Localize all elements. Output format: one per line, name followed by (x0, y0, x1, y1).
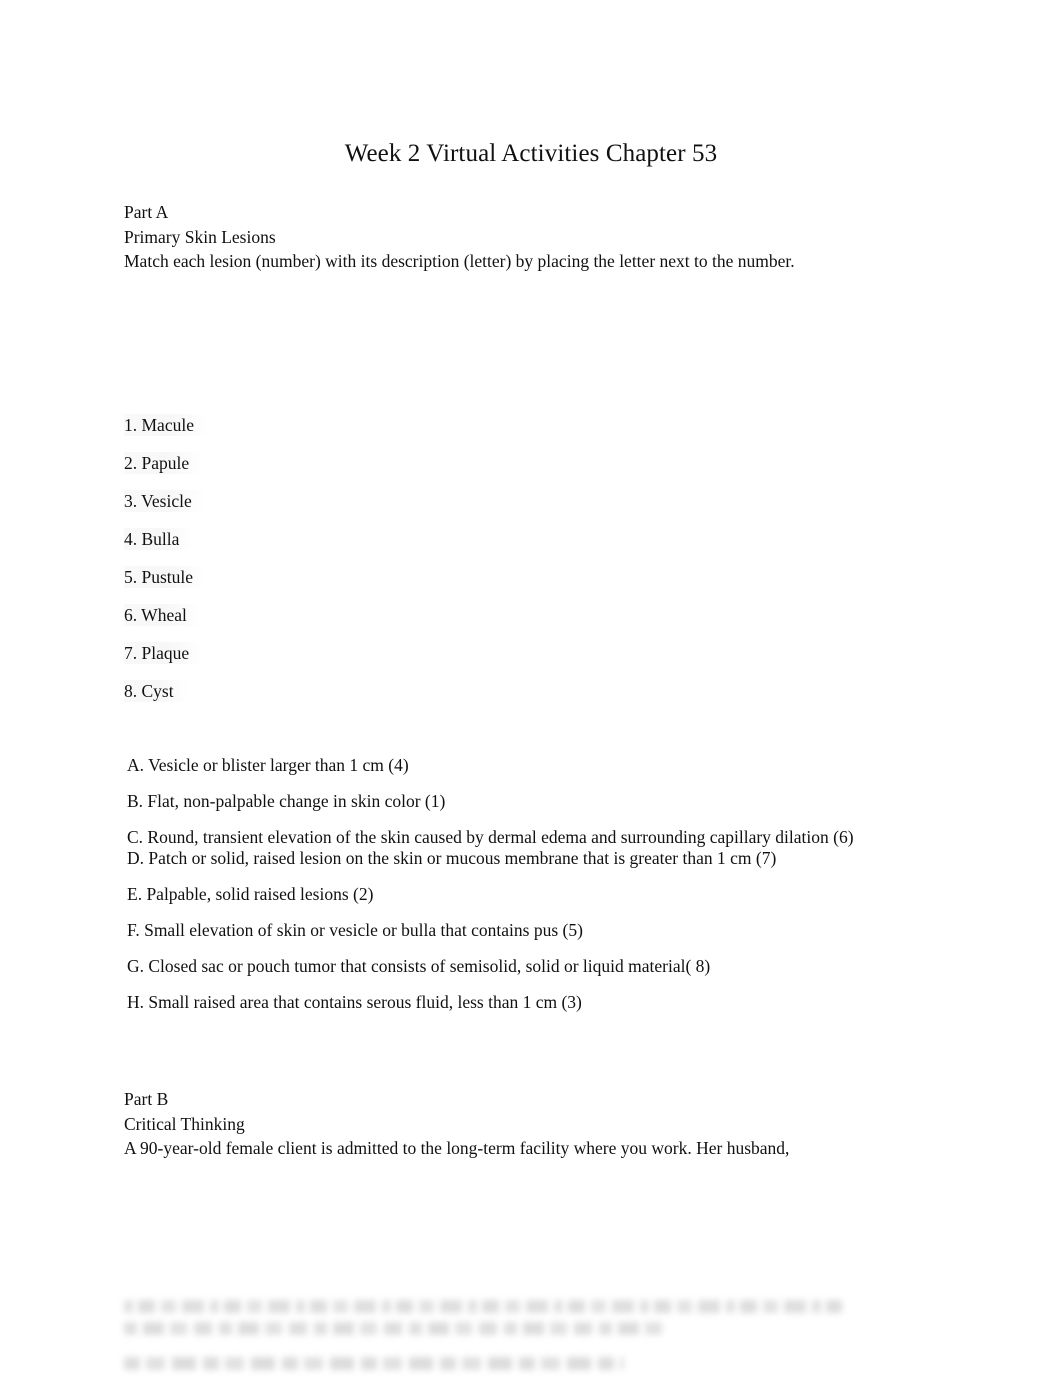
part-b-section: Part B Critical Thinking A 90-year-old f… (124, 1087, 914, 1161)
document-page: Week 2 Virtual Activities Chapter 53 Par… (0, 0, 1062, 1377)
part-a-instruction: Match each lesion (number) with its desc… (124, 251, 795, 271)
list-item: 6. Wheal (124, 604, 454, 642)
part-a-subheading: Primary Skin Lesions (124, 226, 276, 247)
list-item: G. Closed sac or pouch tumor that consis… (127, 956, 711, 976)
lesion-description-list: A. Vesicle or blister larger than 1 cm (… (127, 755, 882, 1028)
list-item: 4. Bulla (124, 528, 454, 566)
lesion-label: 3. Vesicle (124, 490, 206, 512)
part-b-scenario: A 90-year-old female client is admitted … (124, 1138, 790, 1158)
lesion-label: 1. Macule (124, 414, 208, 436)
lesion-label: 8. Cyst (124, 680, 188, 702)
faded-text-line (124, 1300, 842, 1313)
faded-text-line (124, 1322, 662, 1335)
list-item: F. Small elevation of skin or vesicle or… (127, 920, 583, 940)
list-item: B. Flat, non-palpable change in skin col… (127, 791, 446, 811)
list-item: E. Palpable, solid raised lesions (2) (127, 884, 374, 904)
list-item: 1. Macule (124, 414, 454, 452)
part-a-intro: Part A Primary Skin Lesions Match each l… (124, 200, 884, 274)
list-item: 2. Papule (124, 452, 454, 490)
page-break-fade-preview (124, 1300, 944, 1379)
lesion-label: 5. Pustule (124, 566, 208, 588)
list-item: D. Patch or solid, raised lesion on the … (127, 848, 777, 868)
list-item: H. Small raised area that contains serou… (127, 992, 582, 1012)
list-item: 5. Pustule (124, 566, 454, 604)
list-item: C. Round, transient elevation of the ski… (127, 827, 854, 847)
faded-text-line (124, 1357, 624, 1370)
list-item: 3. Vesicle (124, 490, 454, 528)
lesion-label: 4. Bulla (124, 528, 194, 550)
lesion-label: 7. Plaque (124, 642, 204, 664)
lesion-label: 6. Wheal (124, 604, 201, 626)
list-item: 7. Plaque (124, 642, 454, 680)
lesion-label: 2. Papule (124, 452, 204, 474)
lesion-number-list: 1. Macule 2. Papule 3. Vesicle 4. Bulla … (124, 414, 454, 718)
list-item: 8. Cyst (124, 680, 454, 718)
part-a-heading: Part A (124, 202, 169, 222)
page-title: Week 2 Virtual Activities Chapter 53 (344, 139, 718, 167)
part-b-heading: Part B (124, 1089, 169, 1109)
list-item: A. Vesicle or blister larger than 1 cm (… (127, 755, 409, 775)
part-b-subheading: Critical Thinking (124, 1113, 245, 1134)
